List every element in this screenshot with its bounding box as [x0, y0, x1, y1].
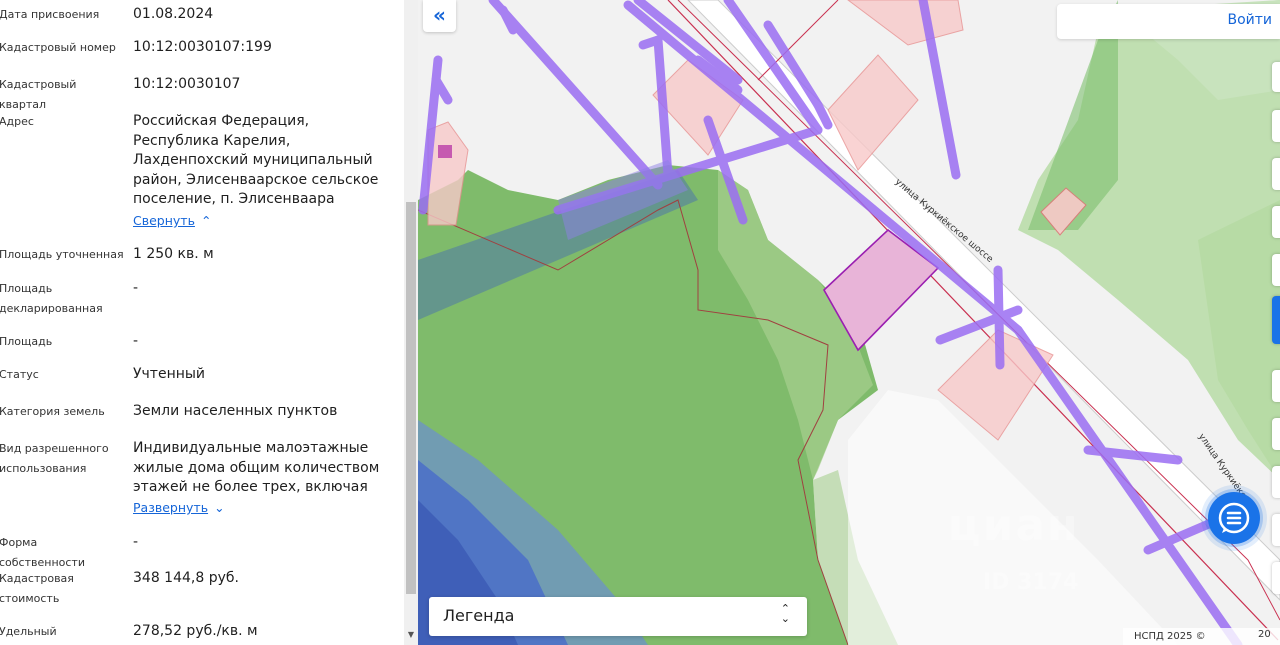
- detail-label: Кадастровый номер: [0, 41, 116, 54]
- detail-value: -: [133, 280, 139, 296]
- detail-label: Площадь декларированная: [0, 282, 103, 315]
- map-tool-button[interactable]: [1272, 514, 1280, 546]
- detail-label: Форма собственности: [0, 536, 85, 569]
- map-tool-button[interactable]: [1272, 110, 1280, 142]
- usage-expand-label: Развернуть: [133, 500, 209, 515]
- map-tool-button-active[interactable]: [1272, 296, 1280, 344]
- detail-value: 1 250 кв. м: [133, 246, 214, 262]
- map-tool-button[interactable]: [1272, 158, 1280, 190]
- detail-label: Кадастровая стоимость: [0, 572, 74, 605]
- map-tool-button[interactable]: [1272, 370, 1280, 402]
- detail-label: Адрес: [0, 115, 34, 128]
- parcel-small-marked: [438, 145, 452, 158]
- detail-value: 278,52 руб./кв. м: [133, 623, 258, 639]
- watermark-id: ID 3174: [983, 570, 1079, 595]
- watermark-logo: циан: [948, 500, 1080, 551]
- detail-label: Категория земель: [0, 405, 105, 418]
- map-tool-button[interactable]: [1272, 254, 1280, 286]
- chevron-down-icon: ⌄: [214, 500, 225, 515]
- detail-label: Кадастровый квартал: [0, 78, 77, 111]
- attribution-text: НСПД 2025 ©: [1134, 631, 1206, 642]
- detail-value: Российская Федерация, Республика Карелия…: [133, 113, 379, 207]
- scale-bar: 20 m: [1258, 628, 1280, 645]
- detail-value: -: [133, 333, 139, 349]
- detail-value: 348 144,8 руб.: [133, 570, 239, 586]
- address-collapse-link[interactable]: Свернуть ⌃: [133, 213, 211, 228]
- chevron-up-down-icon: ⌃ ⌄: [780, 602, 790, 625]
- detail-label: Вид разрешенного использования: [0, 442, 109, 475]
- usage-expand-link[interactable]: Развернуть ⌄: [133, 500, 225, 515]
- chevron-up-icon: ⌃: [200, 213, 212, 228]
- detail-value: Земли населенных пунктов: [133, 403, 338, 419]
- login-bar: Войти: [1057, 4, 1280, 39]
- detail-value: -: [133, 534, 139, 550]
- map-tool-button[interactable]: [1272, 206, 1280, 238]
- scroll-down-arrow-icon[interactable]: ▼: [404, 628, 418, 642]
- map-tool-button[interactable]: [1272, 418, 1280, 450]
- legend-select[interactable]: Легенда ⌃ ⌄: [429, 597, 807, 636]
- scrollbar-thumb[interactable]: [406, 202, 416, 594]
- detail-label: Статус: [0, 368, 39, 381]
- detail-label: Дата присвоения: [0, 8, 100, 21]
- map-attribution: НСПД 2025 © 20 m: [1123, 628, 1280, 645]
- detail-label: Площадь уточненная: [0, 248, 124, 261]
- details-panel: Дата присвоения 01.08.2024 Кадастровый н…: [0, 0, 404, 645]
- map-tool-button[interactable]: [1272, 466, 1280, 498]
- address-collapse-label: Свернуть: [133, 213, 195, 228]
- detail-label: Площадь: [0, 335, 53, 348]
- map-canvas[interactable]: [418, 0, 1280, 645]
- map-view[interactable]: улица Куркиёкское шоссе улица Куркиёкс ц…: [418, 0, 1280, 645]
- login-button[interactable]: Войти: [1227, 12, 1272, 28]
- panel-scrollbar[interactable]: ▼: [404, 0, 418, 645]
- legend-label: Легенда: [443, 606, 515, 625]
- detail-value[interactable]: 10:12:0030107:199: [133, 38, 393, 58]
- double-chevron-left-icon: «: [433, 3, 446, 27]
- map-tool-button[interactable]: [1272, 562, 1280, 594]
- collapse-panel-button[interactable]: «: [423, 0, 456, 32]
- detail-value: 01.08.2024: [133, 6, 214, 22]
- map-tool-button[interactable]: [1272, 62, 1280, 92]
- detail-label: Удельный показатель: [0, 625, 57, 638]
- detail-value[interactable]: 10:12:0030107: [133, 75, 393, 95]
- detail-value: Индивидуальные малоэтажные жилые дома об…: [133, 440, 380, 495]
- detail-value: Учтенный: [133, 366, 206, 382]
- chat-button[interactable]: [1208, 492, 1260, 544]
- chat-bubble-icon: [1218, 502, 1250, 534]
